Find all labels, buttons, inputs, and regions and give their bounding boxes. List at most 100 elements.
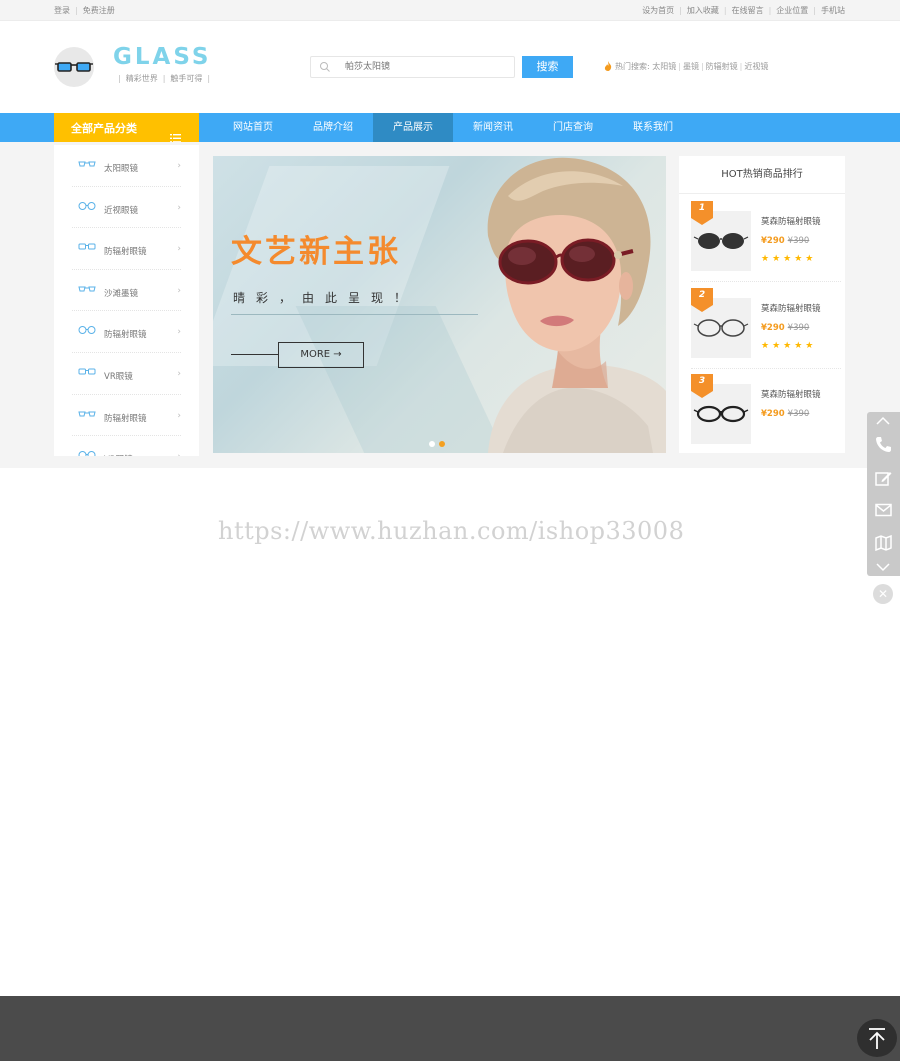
- hot-product-item[interactable]: 3 莫森防辐射眼镜 ¥290 ¥390: [691, 374, 841, 452]
- hot-link-anti-radiation[interactable]: 防辐射镜: [706, 62, 738, 71]
- login-link[interactable]: 登录: [54, 6, 70, 15]
- chevron-right-icon: ›: [177, 327, 181, 338]
- nav-stores[interactable]: 门店查询: [533, 113, 613, 142]
- nav-products[interactable]: 产品展示: [373, 113, 453, 142]
- back-to-top-button[interactable]: [857, 1019, 897, 1057]
- product-name[interactable]: 莫森防辐射眼镜: [761, 302, 821, 314]
- banner-dot-2[interactable]: [439, 441, 445, 447]
- rating-stars: ★★★★★: [761, 254, 817, 264]
- product-name[interactable]: 莫森防辐射眼镜: [761, 215, 821, 227]
- hot-link-sunglasses[interactable]: 太阳镜: [652, 62, 676, 71]
- add-favorite-link[interactable]: 加入收藏: [687, 6, 719, 15]
- sidebar-item[interactable]: 太阳眼镜 ›: [72, 145, 181, 187]
- glasses-icon: [78, 159, 96, 172]
- nav-brand[interactable]: 品牌介绍: [293, 113, 373, 142]
- map-icon[interactable]: [875, 534, 892, 554]
- chevron-right-icon: ›: [177, 161, 181, 171]
- search-box: [310, 56, 515, 78]
- arrow-up-icon: [869, 1028, 885, 1049]
- company-location-link[interactable]: 企业位置: [776, 6, 808, 15]
- sidebar-item-label: VR眼镜: [104, 371, 133, 382]
- divider: [691, 281, 841, 282]
- divider: [691, 367, 841, 369]
- online-message-link[interactable]: 在线留言: [732, 6, 764, 15]
- product-name[interactable]: 莫森防辐射眼镜: [761, 388, 821, 400]
- footer: [0, 996, 900, 1061]
- logo-slogan: | 精彩世界 | 触手可得 |: [118, 74, 211, 83]
- glasses-icon: [78, 409, 96, 422]
- hot-search: 热门搜索: 太阳镜 | 墨镜 | 防辐射镜 | 近视镜: [604, 61, 768, 73]
- sidebar-item-label: 防辐射眼镜: [104, 413, 147, 424]
- sidebar-item[interactable]: 防辐射眼镜 ›: [72, 395, 181, 437]
- sidebar-item-label: 防辐射眼镜: [104, 247, 147, 258]
- glasses-icon: [78, 325, 96, 338]
- glasses-icon: [78, 284, 96, 297]
- sidebar-item[interactable]: 沙滩墨镜 ›: [72, 270, 181, 312]
- glasses-icon: [78, 367, 96, 380]
- chevron-right-icon: ›: [177, 368, 181, 379]
- nav-news[interactable]: 新闻资讯: [453, 113, 533, 142]
- banner-dot-1[interactable]: [429, 441, 435, 447]
- sidebar-item-label: 太阳眼镜: [104, 164, 139, 174]
- close-toolbar-button[interactable]: ✕: [873, 584, 893, 604]
- hot-product-item[interactable]: 2 莫森防辐射眼镜 ¥290 ¥390 ★★★★★: [691, 287, 841, 366]
- banner-subline: 晴彩，由此呈现！: [233, 291, 418, 305]
- search-input[interactable]: [345, 60, 505, 74]
- rating-stars: ★★★★★: [761, 340, 817, 351]
- register-link[interactable]: 免费注册: [83, 6, 115, 15]
- chevron-right-icon: ›: [177, 285, 181, 296]
- edit-message-icon[interactable]: [875, 470, 892, 490]
- sidebar-item[interactable]: VR眼镜 ›: [72, 436, 181, 456]
- search-button[interactable]: 搜索: [522, 56, 573, 78]
- banner-more-button[interactable]: MORE →: [278, 342, 364, 368]
- search-icon: [319, 61, 331, 76]
- original-price: ¥390: [787, 322, 810, 333]
- hot-link-myopia[interactable]: 近视镜: [744, 62, 768, 71]
- original-price: ¥390: [787, 236, 810, 246]
- sidebar-item[interactable]: 防辐射眼镜 ›: [72, 311, 181, 353]
- sidebar-item-label: VR眼镜: [104, 453, 133, 456]
- sidebar-item-label: 防辐射眼镜: [104, 330, 147, 341]
- account-links: 登录 | 免费注册: [54, 6, 115, 15]
- original-price: ¥390: [787, 409, 810, 419]
- watermark-url: https://www.huzhan.com/ishop33008: [218, 517, 685, 545]
- banner-headline: 文艺新主张: [231, 234, 401, 270]
- product-price: ¥290 ¥390: [761, 322, 810, 333]
- utility-links: 设为首页 | 加入收藏 | 在线留言 | 企业位置 | 手机站: [642, 6, 845, 15]
- hot-ranking-title: HOT热销商品排行: [679, 156, 845, 194]
- chevron-right-icon: ›: [177, 452, 181, 456]
- phone-icon[interactable]: [875, 436, 892, 456]
- mobile-site-link[interactable]: 手机站: [821, 6, 845, 15]
- scroll-down-icon[interactable]: [875, 562, 891, 575]
- mail-icon[interactable]: [875, 503, 892, 520]
- nav-contact[interactable]: 联系我们: [613, 113, 693, 142]
- logo-text[interactable]: GLASS: [113, 44, 211, 70]
- category-menu-button[interactable]: 全部产品分类: [54, 113, 199, 145]
- hot-link-shades[interactable]: 墨镜: [683, 62, 699, 71]
- sidebar-item[interactable]: 近视眼镜 ›: [72, 187, 181, 229]
- sidebar-item[interactable]: VR眼镜 ›: [72, 353, 181, 395]
- chevron-right-icon: ›: [177, 410, 181, 421]
- category-title: 全部产品分类: [71, 122, 137, 135]
- logo-icon[interactable]: [54, 47, 94, 87]
- slogan-part-1: 精彩世界: [125, 74, 158, 83]
- scroll-up-icon[interactable]: [875, 416, 891, 429]
- hero-banner[interactable]: 文艺新主张 晴彩，由此呈现！ MORE →: [213, 156, 666, 453]
- product-price: ¥290 ¥390: [761, 236, 810, 246]
- rank-badge: 2: [691, 287, 713, 312]
- product-price: ¥290 ¥390: [761, 409, 810, 419]
- flame-icon: [604, 61, 612, 73]
- nav-home[interactable]: 网站首页: [213, 113, 293, 142]
- hot-product-item[interactable]: 1 莫森防辐射眼镜 ¥290 ¥390 ★★★★★: [691, 201, 841, 279]
- sidebar-item[interactable]: 防辐射眼镜 ›: [72, 228, 181, 270]
- sidebar-item-label: 近视眼镜: [104, 205, 139, 216]
- hot-ranking-panel: HOT热销商品排行 1 莫森防辐射眼镜 ¥290 ¥390 ★★★★★ 2 莫森防辐射眼镜 ¥…: [679, 156, 845, 453]
- rank-badge: 1: [691, 201, 713, 225]
- model-with-sunglasses-image: [487, 157, 666, 453]
- chevron-right-icon: ›: [177, 202, 181, 213]
- nav-menu: 网站首页 品牌介绍 产品展示 新闻资讯 门店查询 联系我们: [213, 113, 693, 142]
- hot-search-label: 热门搜索:: [615, 62, 650, 71]
- banner-pagination: [429, 440, 449, 450]
- set-homepage-link[interactable]: 设为首页: [642, 6, 674, 15]
- category-sidebar: 太阳眼镜›近视眼镜›防辐射眼镜›沙滩墨镜›防辐射眼镜›VR眼镜›防辐射眼镜›VR…: [54, 145, 199, 456]
